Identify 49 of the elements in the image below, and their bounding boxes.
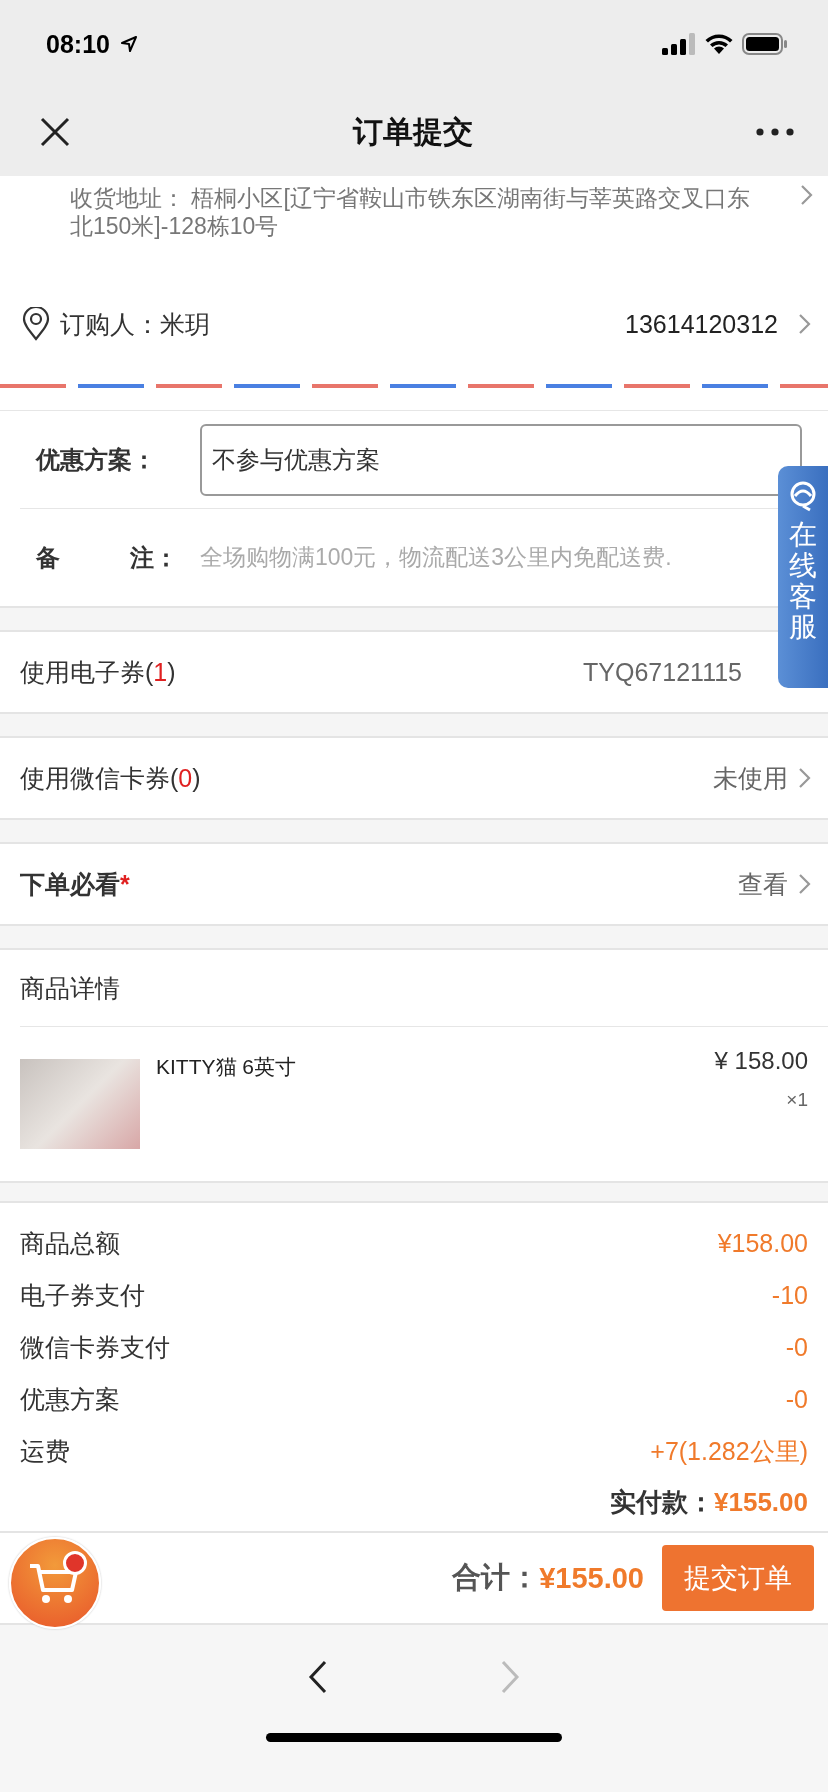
section-title: 商品详情 [20,950,828,1027]
address-text: 收货地址： 梧桐小区[辽宁省鞍山市铁东区湖南街与莘英路交叉口东北150米]-128栋10号 [70,184,751,240]
option-label: 使用微信卡券(0) [20,762,201,794]
chevron-right-icon[interactable] [800,184,814,206]
page-title: 订单提交 [353,113,473,150]
summary-value: -10 [771,1280,808,1310]
chevron-right-icon[interactable] [798,313,812,335]
summary-label: 微信卡券支付 [20,1331,170,1363]
paid-amount: ¥155.00 [714,1486,808,1518]
option-label: 使用电子券(1) [20,656,176,688]
option-label: 下单必看* [20,868,130,900]
option-value: 查看 [738,868,788,900]
summary-label: 商品总额 [20,1227,120,1259]
status-time: 08:10 [46,29,110,59]
product-name: KITTY猫 6英寸 [156,1054,297,1080]
summary-value: ¥158.00 [717,1228,808,1258]
submit-order-button[interactable]: 提交订单 [662,1545,814,1611]
notification-dot [63,1551,87,1575]
remark-label: 注： [130,542,178,573]
buyer-phone: 13614120312 [625,309,778,339]
total-amount: ¥155.00 [539,1561,644,1595]
chevron-right-icon [798,767,812,789]
summary-value: +7(1.282公里) [650,1435,808,1467]
summary-value: -0 [785,1332,808,1362]
summary-label: 优惠方案 [20,1383,120,1415]
summary-label: 运费 [20,1435,70,1467]
battery-icon [742,33,788,55]
product-quantity: ×1 [786,1089,808,1111]
remark-label: 备 [36,542,60,573]
discount-select[interactable]: 不参与优惠方案 [200,423,802,496]
chevron-right-icon [798,873,812,895]
discount-label: 优惠方案： [34,444,157,475]
product-price: ¥ 158.00 [714,1047,808,1075]
close-icon[interactable] [40,117,70,147]
wifi-icon [704,33,734,55]
remark-input-field[interactable]: 全场购物满100元，物流配送3公里内免配送费. [200,544,776,571]
location-arrow-icon [119,35,138,53]
paid-label: 实付款： [610,1485,714,1519]
online-service-tab[interactable]: 在线客服 [778,466,828,688]
location-pin-icon [22,307,50,341]
option-value: 未使用 [713,762,788,794]
signal-icon [662,33,696,55]
total-label: 合计： [452,1560,540,1595]
back-icon[interactable] [308,1660,328,1694]
more-icon[interactable] [756,128,794,136]
summary-label: 电子券支付 [20,1279,145,1311]
summary-value: -0 [785,1384,808,1414]
buyer-name: 订购人：米玥 [60,308,210,340]
option-value: TYQ67121115 [583,657,742,687]
